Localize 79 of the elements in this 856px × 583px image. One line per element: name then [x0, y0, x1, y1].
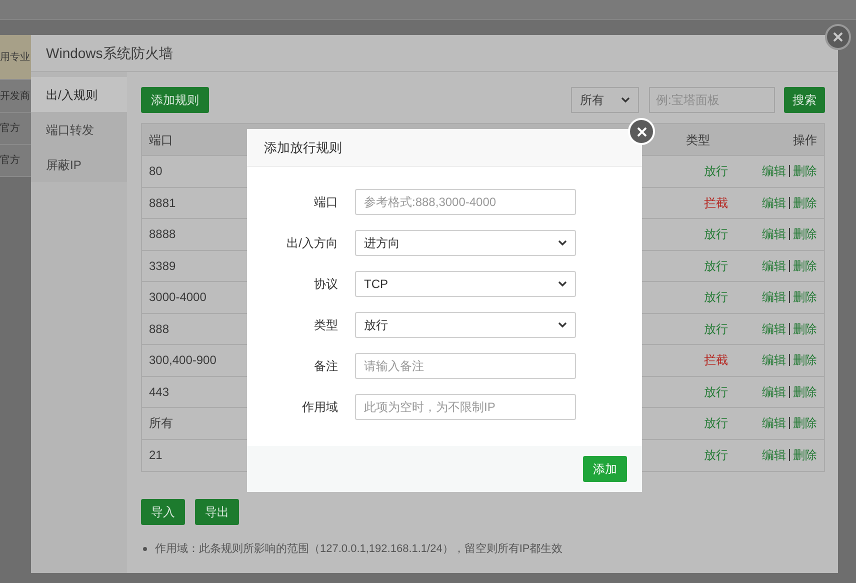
delete-link[interactable]: 删除: [793, 351, 817, 370]
edit-link[interactable]: 编辑: [762, 351, 786, 370]
chevron-icon: [621, 97, 630, 103]
field-label: 备注: [313, 358, 338, 375]
delete-link[interactable]: 删除: [793, 256, 817, 275]
import-button[interactable]: 导入: [141, 499, 185, 525]
port-cell-text: 8888: [148, 226, 176, 244]
port-cell-text: 888: [148, 320, 170, 338]
rule-type: 放行: [704, 163, 726, 180]
delete-link[interactable]: 删除: [793, 446, 817, 464]
rule-type: 放行: [704, 447, 726, 464]
edit-link[interactable]: 编辑: [762, 414, 786, 432]
port-cell-text: 443: [148, 384, 170, 401]
chevron-icon: [558, 281, 567, 287]
export-button[interactable]: 导出: [195, 499, 239, 525]
select-field[interactable]: 进方向: [355, 230, 576, 256]
edit-link[interactable]: 编辑: [762, 320, 786, 338]
edit-link[interactable]: 编辑: [762, 256, 786, 275]
field-label: 类型: [313, 317, 338, 334]
bullet-icon: [143, 547, 147, 552]
rule-type: 放行: [704, 415, 726, 432]
delete-link[interactable]: 删除: [793, 414, 817, 432]
select-field[interactable]: TCP: [355, 271, 576, 297]
delete-link[interactable]: 删除: [793, 225, 817, 244]
column-header: 端口: [148, 132, 173, 148]
input-field[interactable]: 此项为空时，为不限制IP: [355, 394, 576, 420]
rule-type: 拦截: [704, 352, 726, 370]
dialog-title: 添加放行规则: [264, 138, 342, 157]
input-field[interactable]: 参考格式:888,3000-4000: [355, 189, 576, 215]
edit-link[interactable]: 编辑: [762, 446, 786, 464]
sidebar-item[interactable]: 出/入规则: [31, 77, 127, 112]
port-cell-text: 3000-4000: [148, 289, 206, 306]
column-header: 类型: [686, 132, 708, 148]
add-button[interactable]: 添加: [583, 456, 627, 482]
edit-link[interactable]: 编辑: [762, 382, 786, 401]
close-button[interactable]: [825, 24, 851, 50]
note-text: 作用域：此条规则所影响的范围（127.0.0.1,192.168.1.1/24），留空则所有IP都生效: [155, 542, 563, 557]
sidebar-item[interactable]: 端口转发: [31, 112, 127, 147]
rule-type: 放行: [704, 226, 726, 244]
edit-link[interactable]: 编辑: [762, 162, 786, 180]
port-cell-text: 3389: [148, 258, 176, 275]
background-text: 官方: [0, 154, 20, 168]
field-label: 出/入方向: [286, 235, 338, 252]
rule-type: 放行: [704, 258, 726, 275]
add-rule-button[interactable]: 添加规则: [141, 87, 209, 113]
port-cell-text: 所有: [148, 415, 173, 432]
background-text: 用专业: [0, 50, 30, 64]
delete-link[interactable]: 删除: [793, 194, 817, 212]
column-header: 操作: [793, 132, 817, 148]
edit-link[interactable]: 编辑: [762, 225, 786, 244]
close-icon: [636, 126, 646, 136]
field-label: 端口: [313, 194, 338, 211]
port-cell-text: 21: [148, 447, 162, 464]
chevron-icon: [558, 240, 567, 246]
close-icon: [833, 32, 843, 42]
chevron-icon: [558, 322, 567, 328]
edit-link[interactable]: 编辑: [762, 194, 786, 212]
delete-link[interactable]: 删除: [793, 320, 817, 338]
search-button[interactable]: 搜索: [784, 87, 825, 113]
delete-link[interactable]: 删除: [793, 288, 817, 306]
rule-type: 放行: [704, 320, 726, 338]
port-cell-text: 8881: [148, 194, 176, 212]
filter-select[interactable]: 所有: [571, 87, 639, 113]
sidebar-item[interactable]: 屏蔽IP: [31, 147, 127, 182]
dialog-title: Windows系统防火墙: [46, 44, 173, 62]
port-cell-text: 300,400-900: [148, 352, 216, 370]
rule-type: 放行: [704, 384, 726, 401]
rule-type: 放行: [704, 289, 726, 306]
delete-link[interactable]: 删除: [793, 162, 817, 180]
field-label: 作用域: [301, 399, 338, 416]
field-label: 协议: [313, 276, 338, 293]
rule-type: 拦截: [704, 194, 726, 212]
select-field[interactable]: 放行: [355, 312, 576, 338]
port-cell-text: 80: [148, 163, 162, 180]
background-text: 官方: [0, 122, 20, 136]
delete-link[interactable]: 删除: [793, 382, 817, 401]
edit-link[interactable]: 编辑: [762, 288, 786, 306]
input-field[interactable]: 请输入备注: [355, 353, 576, 379]
background-text: 开发商: [0, 90, 30, 104]
